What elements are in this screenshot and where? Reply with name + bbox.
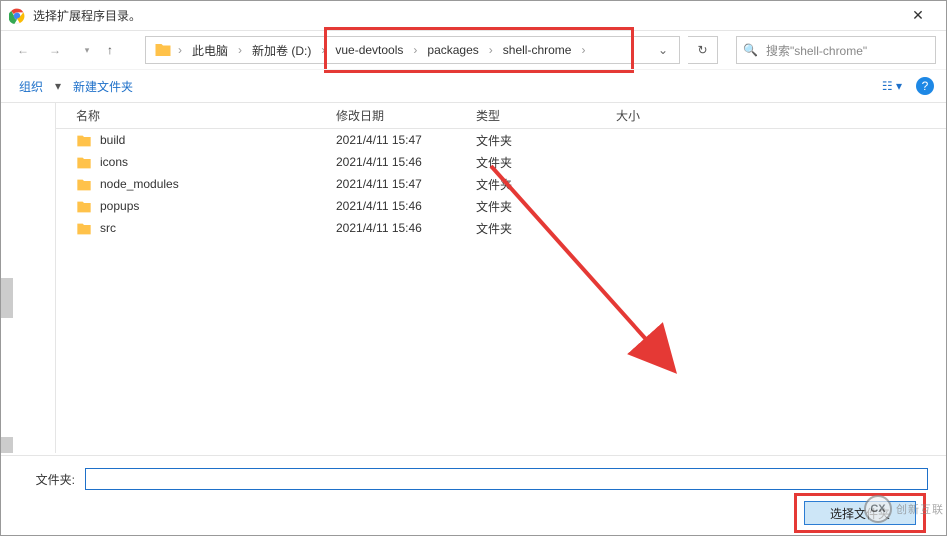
table-row[interactable]: src 2021/4/11 15:46 文件夹 [56, 217, 946, 239]
table-row[interactable]: icons 2021/4/11 15:46 文件夹 [56, 151, 946, 173]
folder-icon [76, 177, 92, 191]
file-name: popups [100, 199, 139, 213]
table-row[interactable]: popups 2021/4/11 15:46 文件夹 [56, 195, 946, 217]
search-icon: 🔍 [743, 43, 758, 57]
file-type: 文件夹 [476, 176, 616, 193]
file-type: 文件夹 [476, 198, 616, 215]
breadcrumb-item[interactable]: vue-devtools [327, 37, 411, 63]
chevron-right-icon[interactable]: › [176, 43, 184, 57]
breadcrumb-item[interactable]: shell-chrome [495, 37, 580, 63]
side-panel[interactable] [1, 103, 56, 453]
watermark-logo-icon: CX [864, 495, 892, 523]
watermark-text: 创新互联 [896, 501, 944, 517]
up-button[interactable]: ↑ [107, 43, 131, 57]
list-header: 名称 修改日期 类型 大小 [56, 103, 946, 129]
file-date: 2021/4/11 15:46 [336, 221, 476, 235]
file-name: node_modules [100, 177, 179, 191]
folder-icon [76, 155, 92, 169]
chevron-right-icon[interactable]: › [411, 43, 419, 57]
chevron-right-icon[interactable]: › [236, 43, 244, 57]
dropdown-icon[interactable]: ▾ [55, 79, 61, 93]
column-name[interactable]: 名称 [56, 107, 336, 124]
file-name: icons [100, 155, 128, 169]
chrome-icon [9, 8, 25, 24]
watermark: CX 创新互联 [864, 495, 944, 523]
file-date: 2021/4/11 15:46 [336, 155, 476, 169]
file-type: 文件夹 [476, 220, 616, 237]
column-type[interactable]: 类型 [476, 107, 616, 124]
folder-icon [76, 221, 92, 235]
dropdown-history-icon[interactable]: ▾ [75, 38, 99, 62]
new-folder-button[interactable]: 新建文件夹 [67, 74, 139, 99]
folder-label: 文件夹: [19, 471, 75, 488]
close-icon[interactable]: ✕ [898, 7, 938, 24]
chevron-right-icon[interactable]: › [579, 43, 587, 57]
file-type: 文件夹 [476, 132, 616, 149]
forward-button: → [43, 38, 67, 62]
refresh-button[interactable]: ↻ [688, 36, 718, 64]
file-list: 名称 修改日期 类型 大小 build 2021/4/11 15:47 文件夹 … [56, 103, 946, 453]
organize-button[interactable]: 组织 [13, 74, 49, 99]
help-icon[interactable]: ? [916, 77, 934, 95]
breadcrumb-item[interactable]: packages [419, 37, 486, 63]
table-row[interactable]: build 2021/4/11 15:47 文件夹 [56, 129, 946, 151]
breadcrumb[interactable]: › 此电脑 › 新加卷 (D:) › vue-devtools › packag… [145, 36, 680, 64]
toolbar: 组织 ▾ 新建文件夹 ☷ ▾ ? [1, 69, 946, 103]
back-button[interactable]: ← [11, 38, 35, 62]
titlebar: 选择扩展程序目录。 ✕ [1, 1, 946, 31]
folder-icon [154, 41, 172, 59]
file-name: build [100, 133, 125, 147]
column-date[interactable]: 修改日期 [336, 107, 476, 124]
file-name: src [100, 221, 116, 235]
folder-icon [76, 199, 92, 213]
chevron-right-icon[interactable]: › [487, 43, 495, 57]
file-type: 文件夹 [476, 154, 616, 171]
window-title: 选择扩展程序目录。 [33, 7, 898, 24]
chevron-right-icon[interactable]: › [319, 43, 327, 57]
folder-icon [76, 133, 92, 147]
folder-input[interactable] [85, 468, 928, 490]
file-date: 2021/4/11 15:47 [336, 133, 476, 147]
footer: 文件夹: 选择文件夹 [1, 455, 946, 535]
view-options-icon[interactable]: ☷ ▾ [882, 79, 902, 93]
file-date: 2021/4/11 15:47 [336, 177, 476, 191]
chevron-down-icon[interactable]: ⌄ [651, 43, 675, 57]
column-size[interactable]: 大小 [616, 107, 716, 124]
breadcrumb-item[interactable]: 此电脑 [184, 37, 236, 63]
file-date: 2021/4/11 15:46 [336, 199, 476, 213]
main-area: 名称 修改日期 类型 大小 build 2021/4/11 15:47 文件夹 … [1, 103, 946, 453]
table-row[interactable]: node_modules 2021/4/11 15:47 文件夹 [56, 173, 946, 195]
nav-row: ← → ▾ ↑ › 此电脑 › 新加卷 (D:) › vue-devtools … [1, 31, 946, 69]
search-input[interactable]: 🔍 搜索"shell-chrome" [736, 36, 936, 64]
search-placeholder: 搜索"shell-chrome" [766, 42, 867, 59]
breadcrumb-item[interactable]: 新加卷 (D:) [244, 37, 319, 63]
